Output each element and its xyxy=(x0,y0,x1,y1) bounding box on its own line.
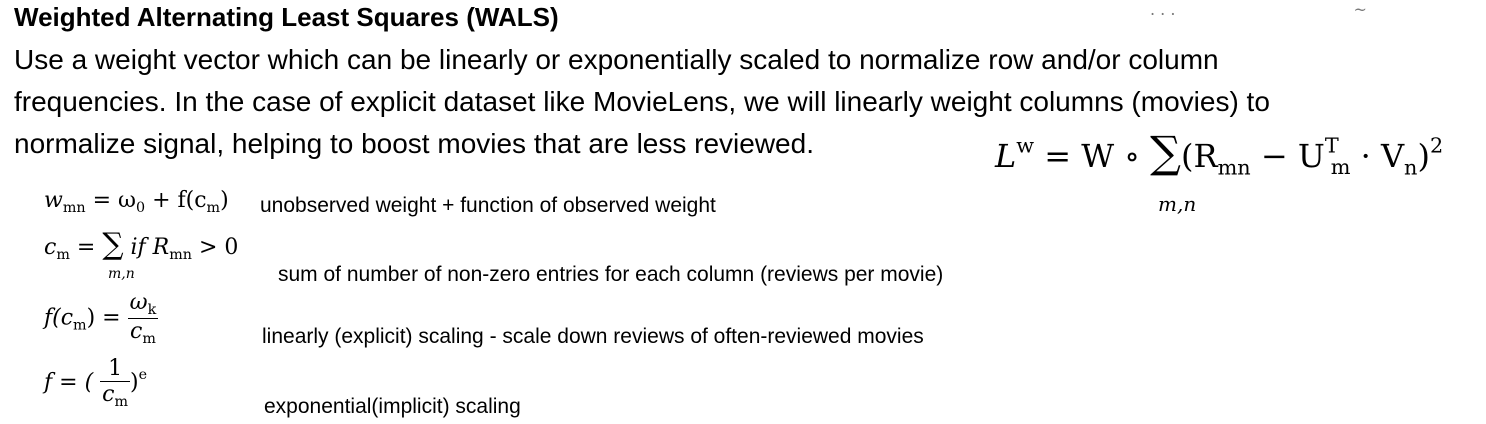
linear-num: ω xyxy=(129,290,148,315)
paragraph-line-2: frequencies. In the case of explicit dat… xyxy=(14,86,1270,117)
linear-lhs-close: ) = xyxy=(86,305,128,331)
count-gt: > 0 xyxy=(192,235,239,260)
weight-eq: = ω xyxy=(85,188,136,213)
linear-equation: f(cm) = ωk cm xyxy=(44,290,159,347)
count-cond: if R xyxy=(123,235,170,260)
loss-power: 2 xyxy=(1429,133,1444,158)
paragraph-line-3: normalize signal, helping to boost movie… xyxy=(14,128,814,159)
linear-den: c xyxy=(129,319,143,344)
loss-lhs: L xyxy=(995,137,1017,175)
exponential-equation: f = ( 1 cm )e xyxy=(44,356,147,410)
exp-fraction: 1 cm xyxy=(100,356,131,410)
loss-rhs-pre: = W ∘ xyxy=(1044,137,1151,175)
paragraph-line-1: Use a weight vector which can be linearl… xyxy=(14,44,1219,75)
linear-lhs-sub: m xyxy=(73,317,87,334)
weight-w: w xyxy=(44,188,63,213)
count-c: c xyxy=(44,235,57,260)
exp-lhs: f = ( xyxy=(44,370,94,395)
cropped-formula-remnant: . . . ~ xyxy=(1150,0,1367,19)
loss-body-sub: mn xyxy=(1217,155,1251,180)
count-sum-symbol: ∑ xyxy=(102,227,124,262)
count-equation: cm = ∑ if Rmn > 0 xyxy=(44,230,238,263)
loss-lhs-sup: w xyxy=(1016,133,1035,158)
linear-fraction: ωk cm xyxy=(127,290,159,347)
linear-num-sub: k xyxy=(147,302,157,318)
count-eq: = xyxy=(69,235,103,260)
loss-body-mid: − U xyxy=(1250,137,1325,175)
exp-close: ) xyxy=(130,370,139,395)
loss-u-sup: T xyxy=(1324,133,1339,158)
weight-rest: + f(c xyxy=(145,188,207,213)
weight-equation: wmn = ω0 + f(cm) xyxy=(44,188,229,216)
loss-u-sub: m xyxy=(1330,155,1351,180)
weight-w-sub: mn xyxy=(62,200,86,216)
exp-den-sub: m xyxy=(114,394,129,410)
linear-description: linearly (explicit) scaling - scale down… xyxy=(262,325,924,348)
exp-den: c xyxy=(102,382,115,407)
weight-close: ) xyxy=(220,188,229,213)
loss-sum-symbol: ∑ xyxy=(1150,128,1181,178)
count-r-sub: mn xyxy=(169,247,193,263)
linear-lhs: f(c xyxy=(44,305,74,331)
loss-body-mid2: · V xyxy=(1350,137,1405,175)
exp-power: e xyxy=(138,367,148,383)
linear-den-sub: m xyxy=(142,331,156,347)
count-description: sum of number of non-zero entries for ea… xyxy=(278,263,944,286)
weight-c-sub: m xyxy=(206,200,221,216)
count-c-sub: m xyxy=(56,247,70,263)
loss-body-end: ) xyxy=(1417,137,1430,175)
count-sum-subscript: m,n xyxy=(108,266,135,282)
exp-num: 1 xyxy=(100,356,131,382)
loss-sum-subscript: m,n xyxy=(1158,192,1197,216)
slide-title: Weighted Alternating Least Squares (WALS… xyxy=(14,2,559,32)
loss-v-sub: n xyxy=(1404,155,1418,180)
loss-equation: Lw = W ∘ ∑(Rmn − UTm · Vn)2 xyxy=(995,131,1444,180)
loss-body: (R xyxy=(1180,137,1218,175)
weight-omega-sub: 0 xyxy=(135,200,146,216)
weight-description: unobserved weight + function of observed… xyxy=(260,194,716,217)
exponential-description: exponential(implicit) scaling xyxy=(264,395,521,418)
